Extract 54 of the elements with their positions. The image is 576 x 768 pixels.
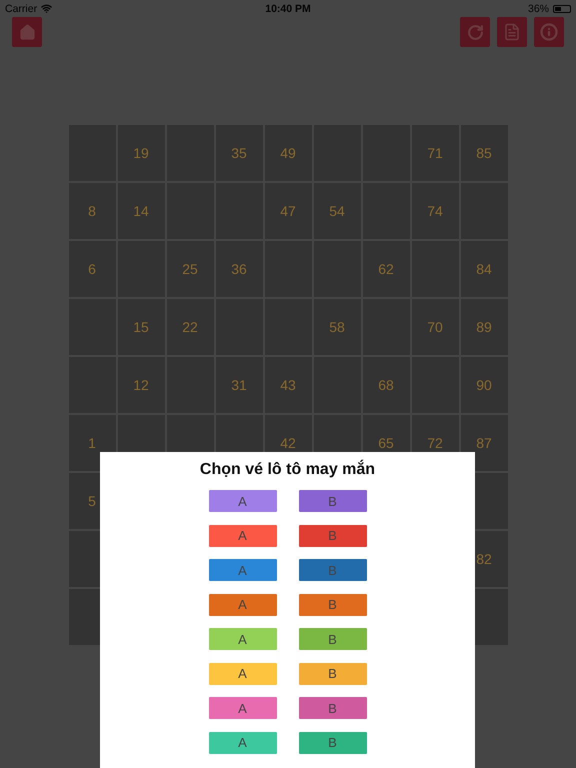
board-cell: 36 — [216, 241, 262, 297]
board-cell: 62 — [362, 241, 410, 297]
refresh-icon — [466, 24, 484, 40]
board-cell: 89 — [460, 299, 508, 355]
board-cell: 85 — [460, 125, 508, 181]
document-button[interactable] — [497, 17, 527, 47]
ticket-button[interactable]: B — [298, 697, 366, 719]
board-cell: 22 — [166, 299, 214, 355]
board-cell: 70 — [412, 299, 458, 355]
board-cell: 71 — [412, 125, 458, 181]
board-cell: 74 — [412, 183, 458, 239]
ticket-button[interactable]: B — [298, 732, 366, 754]
board-cell: 54 — [314, 183, 360, 239]
home-icon — [18, 24, 36, 40]
carrier-label: Carrier — [5, 2, 38, 14]
clock-time: 10:40 PM — [265, 2, 311, 14]
wifi-icon — [41, 3, 52, 14]
ticket-button[interactable]: A — [208, 662, 276, 684]
board-cell: 31 — [216, 357, 262, 413]
ticket-button[interactable]: A — [208, 628, 276, 650]
ticket-button[interactable]: B — [298, 559, 366, 581]
home-button[interactable] — [12, 17, 42, 47]
board-cell: 8 — [68, 183, 116, 239]
ticket-button[interactable]: B — [298, 524, 366, 546]
board-cell: 14 — [118, 183, 164, 239]
board-cell: 49 — [264, 125, 312, 181]
board-cell: 15 — [118, 299, 164, 355]
board-cell: 35 — [216, 125, 262, 181]
board-cell: 47 — [264, 183, 312, 239]
document-icon — [503, 23, 521, 41]
board-cell: 19 — [118, 125, 164, 181]
ticket-button[interactable]: B — [298, 628, 366, 650]
board-cell: 25 — [166, 241, 214, 297]
ticket-button[interactable]: A — [208, 490, 276, 512]
board-cell: 6 — [68, 241, 116, 297]
board-cell: 58 — [314, 299, 360, 355]
ticket-button[interactable]: B — [298, 594, 366, 616]
board-cell: 84 — [460, 241, 508, 297]
ticket-button[interactable]: A — [208, 732, 276, 754]
ticket-button[interactable]: A — [208, 559, 276, 581]
board-cell: 68 — [362, 357, 410, 413]
ticket-button[interactable]: B — [298, 662, 366, 684]
board-cell: 12 — [118, 357, 164, 413]
info-button[interactable] — [534, 17, 564, 47]
battery-percent: 36% — [528, 2, 549, 14]
info-icon — [540, 23, 558, 41]
ticket-button[interactable]: A — [208, 594, 276, 616]
ticket-button[interactable]: B — [298, 490, 366, 512]
battery-icon — [553, 4, 571, 12]
ticket-button[interactable]: A — [208, 697, 276, 719]
board-cell: 43 — [264, 357, 312, 413]
ticket-button[interactable]: A — [208, 524, 276, 546]
board-cell: 90 — [460, 357, 508, 413]
refresh-button[interactable] — [460, 17, 490, 47]
